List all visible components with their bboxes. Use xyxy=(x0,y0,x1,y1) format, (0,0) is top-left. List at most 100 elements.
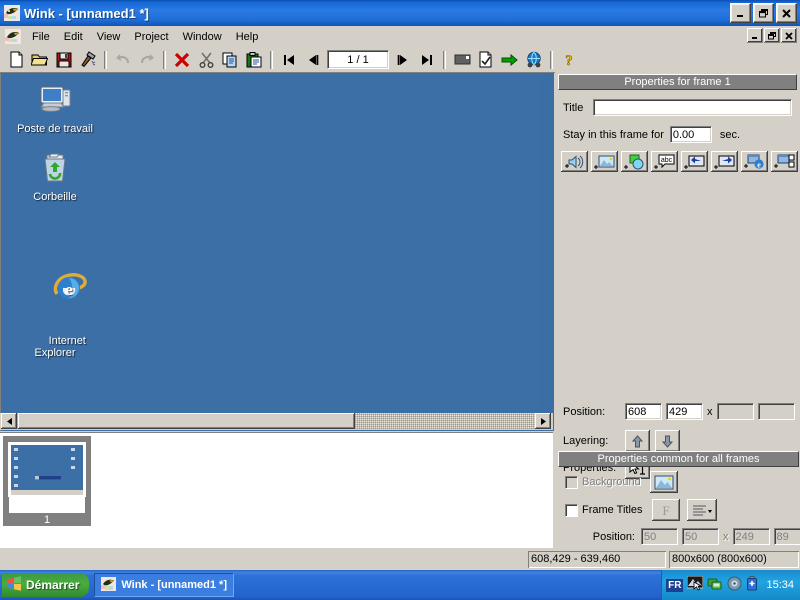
background-label: Background xyxy=(582,476,641,488)
mdi-restore-button[interactable] xyxy=(764,28,780,43)
desktop-icon-internet-explorer[interactable]: e Internet Explorer xyxy=(10,236,100,371)
position-x-input[interactable]: 608 xyxy=(625,403,662,420)
main-toolbar: 1 / 1 ? xyxy=(0,47,800,73)
last-frame-button[interactable] xyxy=(415,48,439,71)
scroll-right-button[interactable] xyxy=(535,413,551,429)
captured-desktop-image[interactable]: Poste de travail Corbeille e Internet Ex… xyxy=(2,74,539,415)
start-button[interactable]: Démarrer xyxy=(2,573,90,597)
wink-application-window: Wink - [unnamed1 *] File Edit View Proje… xyxy=(0,0,800,600)
menu-item-window[interactable]: Window xyxy=(176,29,229,45)
language-indicator[interactable]: FR xyxy=(666,578,684,592)
minimize-button[interactable] xyxy=(730,3,751,23)
cut-button[interactable] xyxy=(194,48,218,71)
volume-icon[interactable] xyxy=(727,576,742,594)
menu-item-file[interactable]: File xyxy=(25,29,57,45)
scroll-left-button[interactable] xyxy=(1,413,17,429)
first-frame-button[interactable] xyxy=(277,48,301,71)
seconds-label: sec. xyxy=(719,128,741,141)
render-project-button[interactable] xyxy=(474,48,498,71)
add-textbox-button[interactable]: abc xyxy=(651,151,678,172)
add-weblink-button[interactable]: e xyxy=(741,151,768,172)
frame-titles-checkbox[interactable] xyxy=(565,503,578,517)
help-button[interactable]: ? xyxy=(557,48,581,71)
layer-up-button[interactable] xyxy=(625,430,650,452)
properties-panel: Properties for frame 1 Title Stay in thi… xyxy=(555,72,800,548)
delete-button[interactable] xyxy=(170,48,194,71)
frame-properties-caption: Properties for frame 1 xyxy=(558,74,797,90)
start-button-label: Démarrer xyxy=(26,578,80,592)
background-checkbox[interactable] xyxy=(565,475,578,489)
frame-number-label: 1 xyxy=(43,514,51,526)
stay-duration-input[interactable]: 0.00 xyxy=(669,126,712,143)
mdi-close-button[interactable] xyxy=(781,28,797,43)
paste-button[interactable] xyxy=(242,48,266,71)
svg-text:e: e xyxy=(757,160,761,169)
svg-text:F: F xyxy=(662,503,669,518)
copy-button[interactable] xyxy=(218,48,242,71)
common-position-width-input[interactable]: 249 xyxy=(732,528,770,545)
add-sound-button[interactable] xyxy=(561,151,588,172)
position-y-input[interactable]: 429 xyxy=(666,403,703,420)
common-position-height-input[interactable]: 89 xyxy=(773,528,800,545)
battery-icon[interactable] xyxy=(746,576,758,594)
desktop-icon-my-computer[interactable]: Poste de travail xyxy=(10,84,100,135)
menu-item-help[interactable]: Help xyxy=(229,29,266,45)
system-tray: FR 15:34 xyxy=(661,570,800,600)
export-button[interactable] xyxy=(498,48,522,71)
build-button[interactable] xyxy=(76,48,100,71)
wink-bird-icon xyxy=(4,5,20,21)
status-bar: 608,429 - 639,460 800x600 (800x600) xyxy=(0,548,800,570)
frame-title-align-button[interactable] xyxy=(686,499,717,521)
mdi-document-icon[interactable] xyxy=(5,29,21,44)
menu-item-view[interactable]: View xyxy=(90,29,128,45)
frame-thumbnail-item[interactable]: 1 xyxy=(3,436,91,526)
undo-button[interactable] xyxy=(111,48,135,71)
frame-editor-canvas[interactable]: Poste de travail Corbeille e Internet Ex… xyxy=(0,72,554,431)
horizontal-scroll-thumb[interactable] xyxy=(18,413,355,429)
add-navbutton-button[interactable] xyxy=(771,151,798,172)
recycle-bin-icon xyxy=(10,152,100,187)
frame-title-input[interactable] xyxy=(592,99,792,116)
add-shape-button[interactable] xyxy=(621,151,648,172)
clock-label[interactable]: 15:34 xyxy=(766,579,794,591)
window-title-text: Wink - [unnamed1 *] xyxy=(24,5,149,21)
layer-down-button[interactable] xyxy=(655,430,680,452)
desktop-icon-recycle-bin[interactable]: Corbeille xyxy=(10,152,100,203)
background-image-button[interactable] xyxy=(649,471,678,493)
taskbar-item-wink[interactable]: Wink - [unnamed1 *] xyxy=(94,573,235,597)
network-icon[interactable] xyxy=(707,576,723,594)
menu-item-edit[interactable]: Edit xyxy=(57,29,90,45)
close-button[interactable] xyxy=(776,3,797,23)
toolbar-separator xyxy=(443,50,446,69)
add-image-button[interactable] xyxy=(591,151,618,172)
desktop-icon-label: Poste de travail xyxy=(17,123,93,135)
common-position-x-input[interactable]: 50 xyxy=(641,528,678,545)
position-height-input[interactable] xyxy=(757,403,795,420)
maximize-button[interactable] xyxy=(753,3,774,23)
frame-thumbnail-image xyxy=(8,442,86,497)
frame-title-font-button[interactable]: F xyxy=(651,499,680,521)
prev-frame-button[interactable] xyxy=(301,48,325,71)
layering-label: Layering: xyxy=(563,435,609,447)
new-file-button[interactable] xyxy=(4,48,28,71)
common-position-y-input[interactable]: 50 xyxy=(682,528,719,545)
redo-button[interactable] xyxy=(135,48,159,71)
toolbar-separator xyxy=(270,50,273,69)
presentation-button[interactable] xyxy=(450,48,474,71)
stay-in-frame-label: Stay in this frame for xyxy=(563,128,664,141)
open-file-button[interactable] xyxy=(28,48,52,71)
frames-thumbnail-strip[interactable]: 1 xyxy=(0,432,553,549)
menu-item-project[interactable]: Project xyxy=(127,29,175,45)
add-right-button-button[interactable] xyxy=(711,151,738,172)
add-left-button-button[interactable] xyxy=(681,151,708,172)
position-width-input[interactable] xyxy=(716,403,754,420)
save-file-button[interactable] xyxy=(52,48,76,71)
browser-preview-button[interactable] xyxy=(522,48,546,71)
display-properties-icon[interactable] xyxy=(686,575,704,594)
next-frame-button[interactable] xyxy=(391,48,415,71)
frame-counter-field[interactable]: 1 / 1 xyxy=(327,50,389,69)
mdi-minimize-button[interactable] xyxy=(747,28,763,43)
editor-horizontal-scrollbar[interactable] xyxy=(0,413,553,430)
toolbar-separator xyxy=(104,50,107,69)
common-position-label: Position: xyxy=(592,530,635,543)
